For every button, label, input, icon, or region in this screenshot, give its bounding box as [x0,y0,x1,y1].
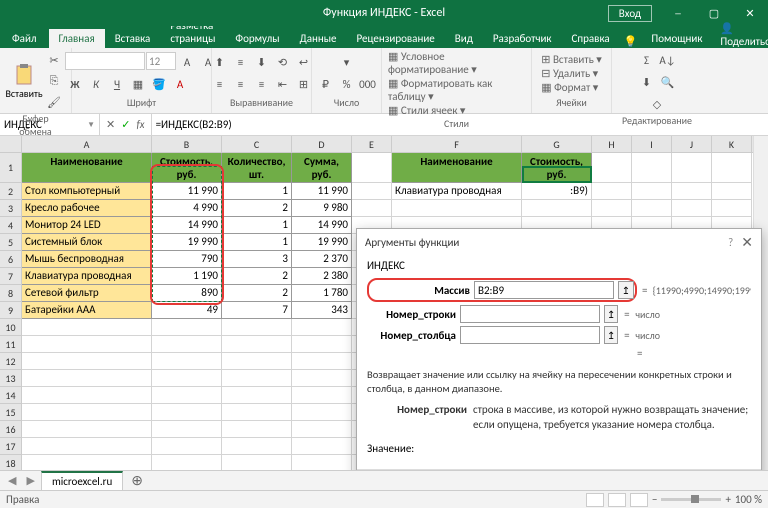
tell-me[interactable]: Помощник [641,29,712,48]
align-center[interactable]: ≡ [231,74,251,94]
paste-icon [12,63,36,87]
find-select[interactable]: 🔍 [658,72,678,92]
align-left[interactable]: ≡ [210,74,230,94]
sort-filter[interactable]: A↓ [658,50,678,70]
login-button[interactable]: Вход [608,5,652,22]
fill-color-button[interactable]: 🪣 [149,74,169,94]
tab-review[interactable]: Рецензирование [347,29,445,48]
titlebar: Функция ИНДЕКС - Excel Вход ─ ▢ ✕ [0,0,768,26]
arg-col-picker[interactable]: ↥ [604,326,618,344]
tab-file[interactable]: Файл [0,29,49,48]
clear[interactable]: ◇ [647,94,667,114]
sheet-tabs: ◀ ▶ microexcel.ru ⊕ [0,470,768,490]
insert-cells[interactable]: ⊞ Вставить ▾ [541,53,602,66]
orientation[interactable]: ⟲ [273,52,293,72]
paste-button[interactable]: Вставить [7,63,41,100]
merge[interactable]: ⊞ [294,74,314,94]
zoom-level[interactable]: 100 % [735,493,762,506]
row-headers: 1 2345 6789 10111213 14151617 1819 [0,136,22,482]
grow-font[interactable]: A [177,52,197,72]
format-cells[interactable]: ▦ Формат ▾ [541,81,598,94]
col-headers: ABCDEFGHIJK [22,136,768,153]
cell-styles[interactable]: ▦ Стили ячеек ▾ [388,104,465,117]
group-align: Выравнивание [230,96,293,111]
font-color-button[interactable]: A [170,74,190,94]
group-styles: Стили [444,117,469,132]
arg-description: Номер_строкистрока в массиве, из которой… [367,403,751,432]
tab-home[interactable]: Главная [49,29,105,48]
align-top[interactable]: ⬆ [210,52,230,72]
align-right[interactable]: ≡ [252,74,272,94]
tab-insert[interactable]: Вставка [105,29,161,48]
dialog-title: Аргументы функции [365,236,459,249]
view-normal[interactable] [586,493,604,507]
arg-array-result: {11990;4990;14990;19990;790;1190;89 [653,284,751,297]
dialog-help-icon[interactable]: ? [728,236,733,249]
font-size-select[interactable] [146,52,176,70]
tell-me-icon: 💡 [624,35,638,48]
arg-col-input[interactable] [460,326,600,344]
group-font: Шрифт [127,96,156,111]
align-middle[interactable]: ≡ [231,52,251,72]
cancel-formula[interactable]: ✕ [106,118,115,131]
number-format[interactable]: ▾ [322,52,372,72]
tab-data[interactable]: Данные [290,29,347,48]
confirm-formula[interactable]: ✓ [121,118,130,131]
wrap-text[interactable]: ↩ [294,52,314,72]
border-button[interactable]: ▦ [128,74,148,94]
group-cells: Ячейки [556,96,587,111]
italic-button[interactable]: К [86,74,106,94]
ribbon: Вставить ✂ ⎘ 🖌 Буфер обмена AA ЖКЧ▦🪣A Шр… [0,48,768,114]
zoom-slider[interactable] [661,498,721,501]
bold-button[interactable]: Ж [65,74,85,94]
minimize-button[interactable]: ─ [660,0,696,26]
view-layout[interactable] [608,493,626,507]
close-button[interactable]: ✕ [732,0,768,26]
arg-row-picker[interactable]: ↥ [604,305,618,323]
copy-button[interactable]: ⎘ [44,71,64,91]
tab-formulas[interactable]: Формулы [225,29,289,48]
arg-row-input[interactable] [460,305,600,323]
font-family-select[interactable] [65,52,145,70]
add-sheet-button[interactable]: ⊕ [125,472,149,489]
function-arguments-dialog: Аргументы функции ?✕ ИНДЕКС Массив ↥ = {… [356,228,762,506]
function-description: Возвращает значение или ссылку на ячейку… [367,368,751,395]
dialog-close-button[interactable]: ✕ [741,234,753,251]
view-break[interactable] [630,493,648,507]
statusbar: Правка − + 100 % [0,490,768,508]
fill[interactable]: ⬇ [637,72,657,92]
tab-developer[interactable]: Разработчик [483,29,562,48]
sheet-tab[interactable]: microexcel.ru [41,471,123,490]
autosum[interactable]: Σ [637,50,657,70]
ribbon-tabs: Файл Главная Вставка Разметка страницы Ф… [0,26,768,48]
format-painter-button[interactable]: 🖌 [44,92,64,112]
comma[interactable]: 000 [358,74,378,94]
cut-button[interactable]: ✂ [44,50,64,70]
zoom-in[interactable]: + [725,493,730,506]
currency[interactable]: ₽ [316,74,336,94]
sheet-nav-next[interactable]: ▶ [22,474,38,487]
sheet-nav-prev[interactable]: ◀ [4,474,20,487]
arg-array-picker[interactable]: ↥ [618,281,634,299]
arg-array-input[interactable] [474,281,614,299]
zoom-out[interactable]: − [652,493,657,506]
underline-button[interactable]: Ч [107,74,127,94]
group-editing: Редактирование [622,114,692,129]
arg-array-highlight: Массив ↥ [367,278,637,302]
fx-button[interactable]: fx [136,118,144,131]
indent-dec[interactable]: ⇤ [273,74,293,94]
app-title: Функция ИНДЕКС - Excel [323,6,445,20]
percent[interactable]: % [337,74,357,94]
tab-help[interactable]: Справка [562,29,620,48]
status-mode: Правка [6,493,39,506]
function-name: ИНДЕКС [367,259,751,272]
group-number: Число [334,96,360,111]
table-format[interactable]: ▦ Форматировать как таблицу ▾ [388,77,525,103]
cond-format[interactable]: ▦ Условное форматирование ▾ [388,50,525,76]
align-bottom[interactable]: ⬇ [252,52,272,72]
formula-result: Значение: [367,442,751,455]
tab-view[interactable]: Вид [445,29,483,48]
delete-cells[interactable]: ⊟ Удалить ▾ [541,67,598,80]
